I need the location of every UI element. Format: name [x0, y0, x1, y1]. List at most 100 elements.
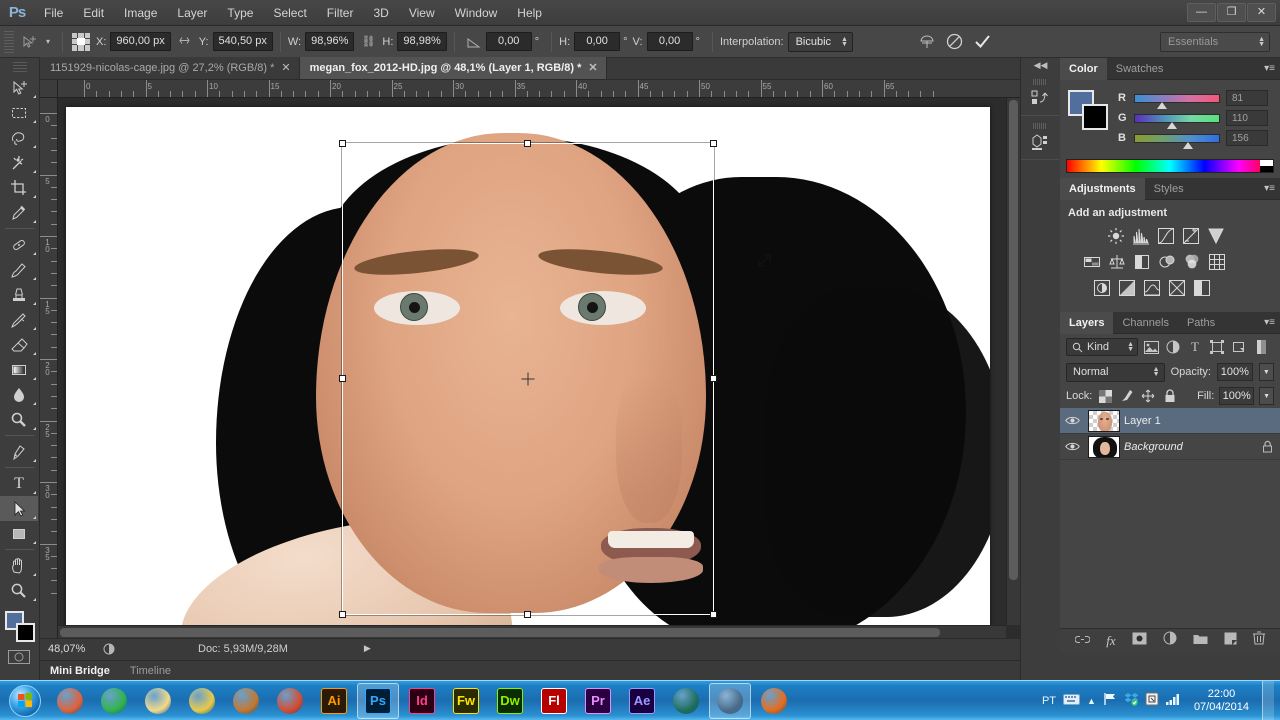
background-color-swatch[interactable]: [16, 623, 35, 642]
adobe-flash-icon[interactable]: Fl: [533, 683, 575, 719]
handbrake-icon[interactable]: [225, 683, 267, 719]
adobe-after-effects-icon[interactable]: Ae: [621, 683, 663, 719]
color-panel-swatches[interactable]: [1068, 90, 1108, 130]
layer-row[interactable]: Background: [1060, 434, 1280, 460]
tools-panel-grip[interactable]: [13, 62, 27, 72]
adobe-dreamweaver-icon[interactable]: Dw: [489, 683, 531, 719]
menu-3d[interactable]: 3D: [363, 0, 398, 26]
black-white-icon[interactable]: [1132, 252, 1151, 271]
menu-filter[interactable]: Filter: [317, 0, 364, 26]
panel-tab-channels[interactable]: Channels: [1113, 312, 1177, 334]
layer-thumbnail[interactable]: [1084, 410, 1124, 432]
panel-tab-swatches[interactable]: Swatches: [1107, 58, 1173, 80]
dropbox-icon[interactable]: [1124, 692, 1138, 709]
layer-filter-kind-select[interactable]: Kind ▲▼: [1066, 338, 1138, 356]
horizontal-scroll-thumb[interactable]: [60, 628, 940, 637]
language-indicator[interactable]: PT: [1042, 695, 1056, 707]
cd-burner-icon[interactable]: [181, 683, 223, 719]
actions-panel-icon[interactable]: [1021, 116, 1059, 160]
channel-mixer-icon[interactable]: [1182, 252, 1201, 271]
menu-select[interactable]: Select: [263, 0, 316, 26]
gradient-tool[interactable]: [0, 357, 38, 382]
filter-pixel-icon[interactable]: [1142, 338, 1160, 356]
vertical-scroll-thumb[interactable]: [1009, 100, 1018, 580]
transform-handle-bottom-right[interactable]: [710, 611, 717, 618]
history-panel-icon[interactable]: [1021, 72, 1059, 116]
layer-name[interactable]: Layer 1: [1124, 415, 1254, 427]
lock-position-icon[interactable]: [1140, 387, 1156, 405]
dodge-tool[interactable]: [0, 407, 38, 432]
color-balance-icon[interactable]: [1107, 252, 1126, 271]
rectangular-marquee-tool[interactable]: [0, 100, 38, 125]
mozilla-thunderbird-icon[interactable]: [49, 683, 91, 719]
add-layer-mask-icon[interactable]: [1132, 632, 1147, 650]
tool-preset-caret[interactable]: ▾: [41, 37, 55, 46]
color-channel-value[interactable]: 156: [1226, 130, 1268, 146]
show-desktop-button[interactable]: [1262, 681, 1274, 720]
clone-stamp-tool[interactable]: [0, 282, 38, 307]
fill-value[interactable]: 100%: [1219, 387, 1254, 405]
color-slider-track[interactable]: [1134, 94, 1220, 103]
mozilla-firefox-icon[interactable]: [753, 683, 795, 719]
link-aspect-ratio-icon[interactable]: ⛓: [359, 35, 377, 48]
filter-smart-object-icon[interactable]: [1230, 338, 1248, 356]
layer-visibility-eye-icon[interactable]: [1060, 415, 1084, 426]
layers-panel-menu-icon[interactable]: ▾≡: [1264, 317, 1275, 328]
adobe-illustrator-icon[interactable]: Ai: [313, 683, 355, 719]
hue-saturation-icon[interactable]: [1082, 252, 1101, 271]
close-icon[interactable]: ✕: [588, 63, 597, 74]
posterize-icon[interactable]: [1117, 278, 1136, 297]
maximize-button[interactable]: ❐: [1217, 3, 1246, 22]
color-slider-thumb[interactable]: [1167, 122, 1177, 129]
status-bar-menu-arrow[interactable]: ▶: [364, 643, 371, 654]
x-field[interactable]: 960,00 px: [110, 32, 170, 51]
zoom-level-field[interactable]: 48,07%: [44, 641, 100, 657]
signal-bars-icon[interactable]: [1166, 693, 1181, 708]
ruler-corner[interactable]: [40, 80, 58, 98]
photo-filter-icon[interactable]: [1157, 252, 1176, 271]
bottom-tab[interactable]: Mini Bridge: [40, 661, 120, 681]
bottom-tab[interactable]: Timeline: [120, 661, 181, 681]
interpolation-select[interactable]: Bicubic ▲▼: [788, 32, 853, 52]
brush-tool[interactable]: [0, 257, 38, 282]
link-layers-icon[interactable]: [1075, 632, 1090, 650]
move-tool[interactable]: [0, 75, 38, 100]
adjustments-panel-menu-icon[interactable]: ▾≡: [1264, 183, 1275, 194]
horizontal-type-tool[interactable]: T: [0, 471, 38, 496]
transform-handle-bottom-left[interactable]: [339, 611, 346, 618]
eraser-tool[interactable]: [0, 332, 38, 357]
image-canvas[interactable]: [66, 107, 990, 628]
collapse-panels-button[interactable]: ◀◀: [1021, 58, 1060, 72]
layer-visibility-eye-icon[interactable]: [1060, 441, 1084, 452]
document-tab[interactable]: megan_fox_2012-HD.jpg @ 48,1% (Layer 1, …: [300, 57, 607, 79]
layer-name[interactable]: Background: [1124, 441, 1254, 453]
color-lookup-icon[interactable]: [1207, 252, 1226, 271]
height-field[interactable]: 98,98%: [397, 32, 446, 51]
rectangle-tool[interactable]: [0, 521, 38, 546]
vibrance-icon[interactable]: [1206, 226, 1225, 245]
color-slider-thumb[interactable]: [1157, 102, 1167, 109]
new-layer-icon[interactable]: [1224, 632, 1237, 650]
layer-thumbnail[interactable]: [1084, 436, 1124, 458]
vertical-ruler[interactable]: 05101520253035: [40, 98, 58, 638]
panel-tab-styles[interactable]: Styles: [1145, 178, 1193, 200]
relative-position-icon[interactable]: [176, 34, 194, 50]
color-swatches[interactable]: [0, 609, 38, 647]
commit-transform-icon[interactable]: [969, 30, 997, 54]
color-slider-b[interactable]: B156: [1118, 128, 1272, 148]
color-slider-thumb[interactable]: [1183, 142, 1193, 149]
color-slider-r[interactable]: R81: [1118, 88, 1272, 108]
transform-handle-bottom-center[interactable]: [524, 611, 531, 618]
minimize-button[interactable]: —: [1187, 3, 1216, 22]
skew-v-field[interactable]: 0,00: [647, 32, 693, 51]
menu-view[interactable]: View: [399, 0, 445, 26]
adobe-indesign-icon[interactable]: Id: [401, 683, 443, 719]
blend-mode-select[interactable]: Normal ▲▼: [1066, 363, 1165, 382]
reference-point-selector[interactable]: [72, 33, 90, 51]
warp-mode-icon[interactable]: [913, 30, 941, 54]
color-channel-value[interactable]: 81: [1226, 90, 1268, 106]
color-slider-track[interactable]: [1134, 114, 1220, 123]
menu-type[interactable]: Type: [217, 0, 263, 26]
opacity-value[interactable]: 100%: [1217, 363, 1253, 381]
adobe-fireworks-icon[interactable]: Fw: [445, 683, 487, 719]
